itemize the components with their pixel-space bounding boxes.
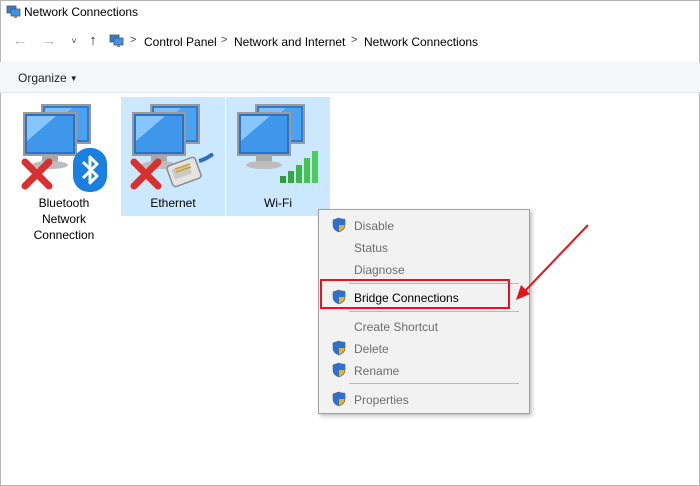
menu-item-label: Disable <box>354 219 395 233</box>
chevron-down-icon: ▼ <box>69 74 78 83</box>
menu-item-create-shortcut[interactable]: Create Shortcut <box>319 316 529 337</box>
breadcrumb-separator: > <box>130 34 137 46</box>
uac-shield-icon <box>332 217 346 233</box>
bluetooth-icon <box>73 148 107 192</box>
connection-label: Wi-Fi <box>226 195 330 211</box>
up-arrow-icon[interactable]: ↑ <box>84 32 102 50</box>
breadcrumb-separator[interactable]: > <box>221 34 227 46</box>
label-line: Bluetooth <box>38 196 90 210</box>
menu-item-label: Rename <box>354 364 400 378</box>
menu-item-label: Properties <box>354 393 409 407</box>
connection-ethernet[interactable]: Ethernet <box>121 97 225 216</box>
label-line: Network <box>41 212 86 226</box>
label-line: Connection <box>33 228 95 242</box>
red-x-icon <box>130 158 162 190</box>
menu-separator <box>349 383 519 384</box>
network-location-icon <box>109 34 124 47</box>
connection-label: Bluetooth Network Connection <box>12 195 116 243</box>
menu-item-disable[interactable]: Disable <box>319 215 529 236</box>
title-bar: Network Connections <box>0 0 700 26</box>
annotation-highlight-box <box>320 279 510 309</box>
connection-bluetooth[interactable]: Bluetooth Network Connection <box>12 97 116 242</box>
organize-button[interactable]: Organize ▼ <box>18 71 78 85</box>
label-line: Ethernet <box>150 196 196 210</box>
menu-item-label: Create Shortcut <box>354 320 439 334</box>
menu-item-label: Diagnose <box>354 263 405 277</box>
back-arrow-icon[interactable]: ← <box>11 32 29 50</box>
organize-label: Organize <box>18 71 67 85</box>
menu-item-diagnose[interactable]: Diagnose <box>319 259 529 280</box>
label-line: Wi-Fi <box>264 196 292 210</box>
menu-item-label: Status <box>354 241 389 255</box>
window-title: Network Connections <box>24 5 139 19</box>
network-app-icon <box>6 5 21 18</box>
breadcrumb-separator[interactable]: > <box>351 34 357 46</box>
context-menu: Disable Status Diagnose Bridge Connectio… <box>318 209 530 414</box>
uac-shield-icon <box>332 362 346 378</box>
menu-item-delete[interactable]: Delete <box>319 338 529 359</box>
menu-item-rename[interactable]: Rename <box>319 360 529 381</box>
command-bar: Organize ▼ <box>0 62 700 93</box>
menu-separator <box>349 311 519 312</box>
ethernet-plug-icon <box>166 153 215 188</box>
connection-wifi[interactable]: Wi-Fi <box>226 97 330 216</box>
recent-locations-chevron-icon[interactable]: ˅ <box>65 32 83 50</box>
menu-item-label: Delete <box>354 342 389 356</box>
uac-shield-icon <box>332 391 346 407</box>
breadcrumb-network-connections[interactable]: Network Connections <box>364 35 478 49</box>
breadcrumb-network-and-internet[interactable]: Network and Internet <box>234 35 345 49</box>
red-x-icon <box>21 158 53 190</box>
forward-arrow-icon[interactable]: → <box>40 32 58 50</box>
menu-item-properties[interactable]: Properties <box>319 389 529 410</box>
connection-label: Ethernet <box>121 195 225 211</box>
menu-item-status[interactable]: Status <box>319 237 529 258</box>
wifi-signal-icon <box>280 151 318 183</box>
navigation-bar: ← → ˅ ↑ > Control Panel > Network and In… <box>0 28 700 56</box>
uac-shield-icon <box>332 340 346 356</box>
breadcrumb-control-panel[interactable]: Control Panel <box>144 35 217 49</box>
